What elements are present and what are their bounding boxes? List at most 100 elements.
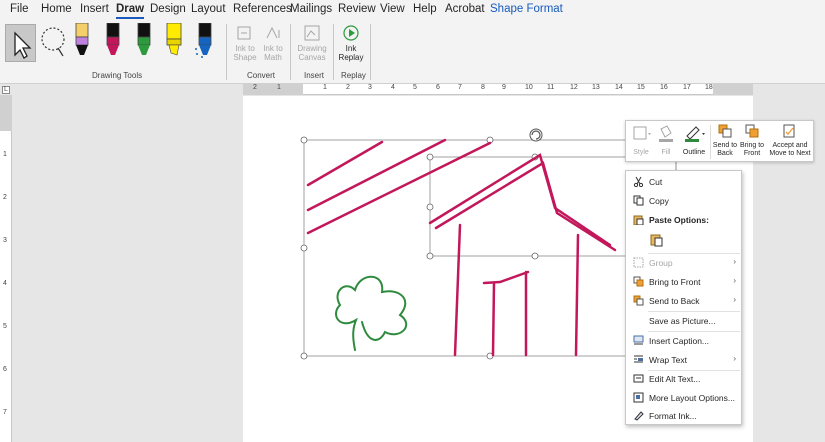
tab-selector[interactable]: L [2, 86, 10, 94]
pen-magenta-button[interactable] [102, 22, 124, 59]
menu-item-label: More Layout Options... [649, 393, 735, 403]
minibar-separator [710, 125, 711, 159]
convert-group-label: Convert [247, 71, 276, 80]
ink-to-shape-button[interactable]: Ink to Shape [231, 24, 259, 62]
submenu-arrow-icon: › [733, 295, 736, 304]
menu-item-label: Group [649, 258, 673, 268]
bring-to-front-button[interactable]: Bring to Front [738, 123, 766, 158]
submenu-arrow-icon: › [733, 257, 736, 266]
menu-item-bring-to-front[interactable]: Bring to Front › [626, 273, 741, 291]
menu-item-send-to-back[interactable]: Send to Back › [626, 292, 741, 310]
vertical-ruler[interactable]: 1 2 3 4 5 6 7 [0, 95, 12, 442]
ruler-number: 7 [3, 409, 7, 416]
ruler-number: 15 [637, 84, 645, 91]
group-icon [633, 257, 644, 268]
fill-label: Fill [661, 149, 671, 156]
send-to-back-button[interactable]: Send to Back [712, 123, 738, 158]
pen-magenta-icon [106, 22, 120, 55]
alt-text-icon [633, 374, 644, 383]
fill-button[interactable]: Fill [655, 123, 677, 157]
ribbon-separator [333, 24, 334, 80]
menu-item-paste-options: Paste Options: [626, 211, 741, 229]
select-tool-button[interactable] [5, 24, 36, 62]
ruler-number: 2 [3, 194, 7, 201]
ruler-number: 1 [3, 151, 7, 158]
tab-view[interactable]: View [380, 3, 405, 15]
tab-review[interactable]: Review [338, 3, 376, 15]
outline-label: Outline [682, 149, 706, 156]
tab-design[interactable]: Design [150, 3, 186, 15]
ruler-number: 11 [547, 84, 555, 91]
scissors-icon [633, 176, 644, 187]
horizontal-ruler[interactable]: 2 1 1 2 3 4 5 6 7 8 9 10 11 12 13 14 15 … [243, 84, 753, 95]
style-button[interactable]: Style [630, 123, 652, 157]
outline-pen-icon [685, 126, 705, 142]
tab-help[interactable]: Help [413, 3, 437, 15]
pen-green-icon [137, 22, 151, 55]
menu-item-copy[interactable]: Copy [626, 192, 741, 210]
tab-home[interactable]: Home [41, 3, 72, 15]
menu-item-format-ink[interactable]: Format Ink... [626, 407, 741, 425]
accept-and-move-label: Accept and Move to Next [769, 142, 811, 157]
ink-replay-label: Ink Replay [338, 44, 364, 62]
ruler-number: 18 [705, 84, 713, 91]
drawing-tools-group-label: Drawing Tools [92, 71, 143, 80]
caption-icon [633, 335, 644, 345]
lasso-select-button[interactable] [38, 24, 69, 62]
bring-to-front-label: Bring to Front [739, 142, 765, 157]
ruler-number: 9 [502, 84, 506, 91]
pen-galaxy-button[interactable] [193, 22, 217, 59]
menu-item-cut[interactable]: Cut [626, 173, 741, 191]
pen-black-button[interactable] [71, 22, 93, 59]
accept-and-move-button[interactable]: Accept and Move to Next [767, 123, 813, 158]
layout-options-icon [633, 392, 644, 403]
format-ink-icon [634, 411, 644, 421]
replay-group-label: Replay [341, 71, 366, 80]
send-to-back-icon [633, 295, 644, 306]
style-icon [633, 126, 651, 140]
menu-item-label: Insert Caption... [649, 336, 710, 346]
ink-to-shape-icon [237, 26, 251, 40]
ruler-number: 3 [368, 84, 372, 91]
tab-layout[interactable]: Layout [191, 3, 226, 15]
drawing-canvas-label: Drawing Canvas [297, 44, 327, 62]
menu-item-label: Format Ink... [649, 411, 697, 421]
ruler-right-margin [713, 84, 753, 95]
highlighter-yellow-button[interactable] [163, 22, 185, 59]
tab-acrobat[interactable]: Acrobat [445, 3, 485, 15]
menu-item-insert-caption[interactable]: Insert Caption... [626, 332, 741, 350]
outline-button[interactable]: Outline [680, 123, 708, 157]
menu-item-group[interactable]: Group › [626, 254, 741, 272]
tab-mailings[interactable]: Mailings [290, 3, 332, 15]
ink-replay-icon [343, 25, 359, 41]
ruler-number: 12 [570, 84, 578, 91]
tab-draw[interactable]: Draw [116, 3, 145, 19]
drawing-canvas-icon [304, 25, 320, 41]
tab-references[interactable]: References [233, 3, 292, 15]
tab-file[interactable]: File [10, 3, 29, 15]
submenu-arrow-icon: › [733, 276, 736, 285]
drawing-canvas-button[interactable]: Drawing Canvas [295, 24, 329, 62]
tab-shape-format[interactable]: Shape Format [490, 3, 563, 15]
menu-item-more-layout-options[interactable]: More Layout Options... [626, 389, 741, 407]
ink-to-math-button[interactable]: Ink to Math [260, 24, 286, 62]
paste-picture-icon [650, 234, 663, 247]
ink-replay-button[interactable]: Ink Replay [337, 24, 365, 62]
insert-group-label: Insert [304, 71, 325, 80]
tab-insert[interactable]: Insert [80, 3, 109, 15]
menu-item-label: Copy [649, 196, 669, 206]
copy-icon [633, 195, 644, 206]
pen-black-icon [75, 22, 89, 55]
menu-item-edit-alt-text[interactable]: Edit Alt Text... [626, 370, 741, 388]
paste-keep-source-button[interactable] [650, 233, 664, 247]
ruler-number: 4 [3, 280, 7, 287]
highlighter-yellow-icon [166, 22, 182, 56]
menu-item-wrap-text[interactable]: Wrap Text › [626, 351, 741, 369]
menu-item-save-as-picture[interactable]: Save as Picture... [626, 312, 741, 330]
ruler-number: 1 [277, 84, 281, 91]
ruler-number: 2 [253, 84, 257, 91]
ruler-number: 17 [683, 84, 691, 91]
pen-green-button[interactable] [133, 22, 155, 59]
ribbon-tabs: File Home Insert Draw Design Layout Refe… [0, 0, 825, 20]
shape-mini-toolbar: Style Fill Outline Send to Back Bring to… [625, 120, 814, 162]
